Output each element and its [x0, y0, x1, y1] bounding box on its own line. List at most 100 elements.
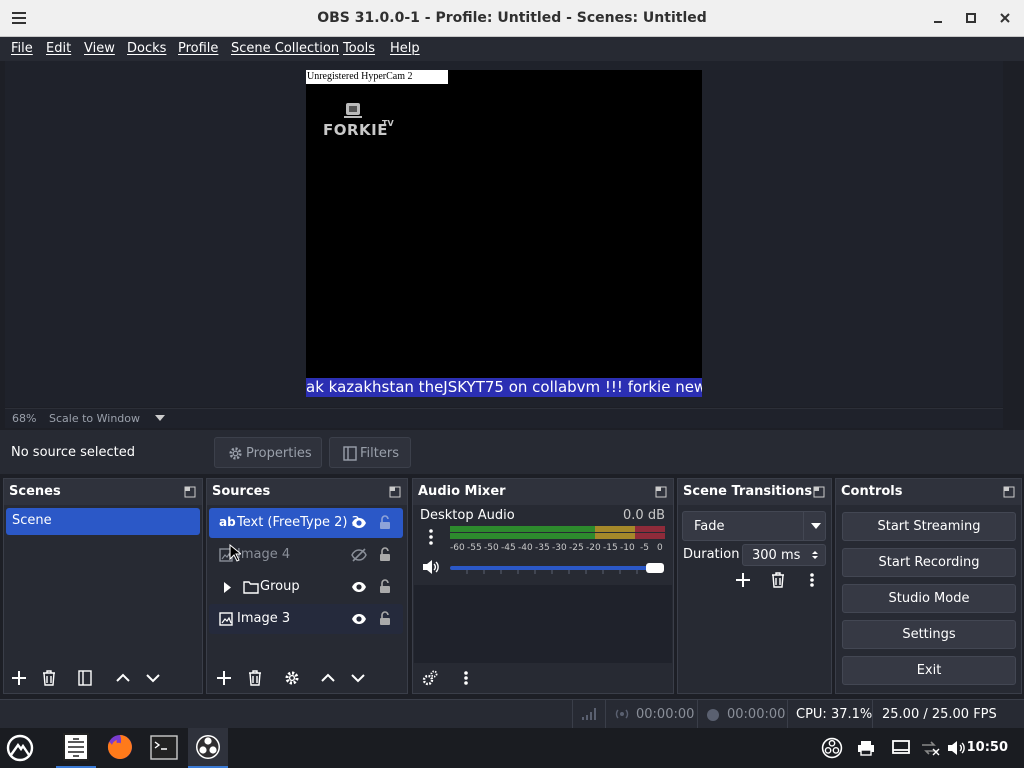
scale-tick-label: -50	[484, 543, 499, 553]
expand-arrow-icon[interactable]	[223, 582, 231, 593]
audio-menu-button[interactable]	[453, 666, 479, 690]
scale-tick-label: -55	[467, 543, 482, 553]
source-item-text[interactable]: ab Text (FreeType 2) 3	[209, 508, 403, 538]
transition-menu-button[interactable]	[799, 568, 825, 592]
float-dock-icon[interactable]	[655, 486, 667, 498]
float-dock-icon[interactable]	[813, 486, 825, 498]
move-source-up-button[interactable]	[315, 666, 341, 690]
scale-tick-label: -30	[552, 543, 567, 553]
filter-icon	[78, 670, 92, 686]
scale-tick-label: -45	[501, 543, 516, 553]
maximize-icon[interactable]	[961, 8, 981, 28]
filters-button[interactable]: Filters	[329, 437, 411, 468]
taskbar-firefox[interactable]	[100, 728, 140, 768]
volume-slider[interactable]	[450, 562, 665, 574]
volume-thumb[interactable]	[646, 563, 664, 573]
scale-tick-label: 0	[657, 543, 663, 553]
start-streaming-button[interactable]: Start Streaming	[842, 512, 1016, 541]
close-icon[interactable]	[995, 8, 1015, 28]
remove-source-button[interactable]	[242, 666, 268, 690]
menu-tools[interactable]: Tools	[343, 41, 375, 56]
kebab-menu-icon[interactable]	[424, 527, 438, 547]
add-scene-button[interactable]	[6, 666, 32, 690]
logo-text: FORKIE	[323, 121, 388, 139]
scene-transitions-dock: Scene Transitions Fade Duration 300 ms	[677, 478, 832, 694]
scene-item[interactable]: Scene	[6, 508, 200, 535]
taskbar-obs[interactable]	[188, 728, 228, 768]
menu-docks[interactable]: Docks	[127, 41, 166, 56]
eye-icon[interactable]	[351, 612, 367, 626]
source-properties-button[interactable]	[279, 666, 305, 690]
audio-settings-button[interactable]	[417, 666, 443, 690]
dock-header: Scenes	[4, 479, 202, 505]
chevron-up-icon	[321, 673, 335, 682]
menu-file[interactable]: File	[11, 41, 33, 56]
menu-scene-collection[interactable]: Scene Collection	[231, 41, 339, 56]
menu-view[interactable]: View	[84, 41, 115, 56]
news-ticker: ak kazakhstan theJSKYT75 on collabvm !!!…	[306, 378, 702, 397]
lock-icon[interactable]	[379, 611, 391, 626]
eye-icon[interactable]	[351, 516, 367, 530]
eye-hidden-icon[interactable]	[351, 548, 367, 562]
no-source-label: No source selected	[11, 445, 135, 460]
hypercam-watermark: Unregistered HyperCam 2	[306, 70, 448, 84]
logo-suffix: TV	[382, 119, 394, 128]
taskbar-terminal[interactable]	[144, 728, 184, 768]
start-menu-button[interactable]	[0, 728, 40, 768]
float-dock-icon[interactable]	[184, 486, 196, 498]
duration-spinbox[interactable]: 300 ms	[742, 544, 826, 566]
scale-tick-label: -40	[518, 543, 533, 553]
exit-button[interactable]: Exit	[842, 656, 1016, 685]
gear-icon	[229, 447, 242, 460]
scene-filters-button[interactable]	[72, 666, 98, 690]
spin-arrows-icon[interactable]	[810, 550, 820, 560]
obs-tray-icon[interactable]	[821, 737, 843, 759]
display-icon[interactable]	[892, 740, 910, 756]
move-scene-up-button[interactable]	[110, 666, 136, 690]
studio-mode-button[interactable]: Studio Mode	[842, 584, 1016, 613]
dock-title: Sources	[212, 484, 271, 499]
lock-icon[interactable]	[379, 547, 391, 562]
settings-button[interactable]: Settings	[842, 620, 1016, 649]
chevron-down-icon	[146, 674, 160, 683]
dock-header: Audio Mixer	[413, 479, 673, 505]
terminal-icon	[150, 735, 178, 760]
minimize-icon[interactable]	[928, 8, 948, 28]
source-item-group[interactable]: Group	[209, 572, 403, 602]
menu-profile[interactable]: Profile	[178, 41, 218, 56]
menu-edit[interactable]: Edit	[46, 41, 71, 56]
move-scene-down-button[interactable]	[140, 666, 166, 690]
lock-icon[interactable]	[379, 515, 391, 530]
scale-tick-label: -60	[450, 543, 465, 553]
scale-mode-select[interactable]: Scale to Window	[49, 412, 140, 425]
move-source-down-button[interactable]	[345, 666, 371, 690]
transition-select[interactable]: Fade	[682, 511, 826, 541]
printer-icon[interactable]	[857, 740, 875, 756]
properties-button[interactable]: Properties	[214, 437, 322, 468]
remove-transition-button[interactable]	[765, 568, 791, 592]
start-recording-button[interactable]: Start Recording	[842, 548, 1016, 577]
add-source-button[interactable]	[211, 666, 237, 690]
lock-icon[interactable]	[379, 579, 391, 594]
zoom-level: 68%	[12, 412, 37, 425]
logo-emblem-icon	[344, 103, 362, 118]
chevron-down-icon[interactable]	[155, 415, 165, 421]
gear-icon	[285, 671, 299, 685]
add-transition-button[interactable]	[730, 568, 756, 592]
float-dock-icon[interactable]	[389, 486, 401, 498]
taskbar: 10:50	[0, 728, 1024, 768]
network-icon[interactable]	[920, 740, 940, 756]
float-dock-icon[interactable]	[1003, 486, 1015, 498]
folder-icon	[243, 581, 259, 594]
duration-label: Duration	[683, 547, 740, 562]
forkie-logo: FORKIE TV	[322, 100, 412, 140]
eye-icon[interactable]	[351, 580, 367, 594]
record-icon	[707, 709, 719, 721]
distro-logo-icon	[6, 734, 34, 762]
source-item-image-3[interactable]: Image 3	[209, 604, 403, 634]
volume-icon[interactable]	[947, 740, 967, 756]
taskbar-file-manager[interactable]	[56, 728, 96, 768]
remove-scene-button[interactable]	[36, 666, 62, 690]
menu-help[interactable]: Help	[390, 41, 420, 56]
speaker-icon[interactable]	[422, 559, 440, 575]
